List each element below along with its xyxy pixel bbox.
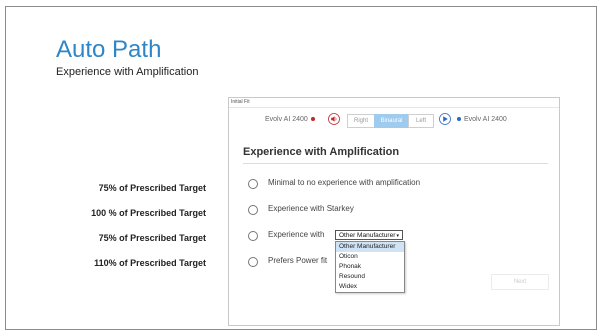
manufacturer-select-value: Other Manufacturer (339, 232, 396, 239)
segment-binaural[interactable]: Binaural (374, 114, 409, 128)
section-heading: Experience with Amplification (243, 146, 400, 158)
manufacturer-dropdown: Other Manufacturer Oticon Phonak Resound… (335, 241, 405, 293)
radio-button[interactable] (248, 205, 258, 215)
next-button[interactable]: Next (491, 274, 549, 290)
radio-button[interactable] (248, 257, 258, 267)
right-device-name: Evolv AI 2400 (464, 116, 507, 123)
target-label-2: 100 % of Prescribed Target (91, 208, 206, 218)
speaker-left-icon[interactable] (328, 113, 340, 125)
dropdown-option-other-manufacturer[interactable]: Other Manufacturer (336, 242, 404, 252)
left-device: Evolv AI 2400 (265, 116, 315, 123)
option-label: Experience with Starkey (268, 204, 354, 213)
slide-title: Auto Path (56, 36, 162, 63)
option-label: Minimal to no experience with amplificat… (268, 178, 421, 187)
dropdown-option-phonak[interactable]: Phonak (336, 262, 404, 272)
radio-button[interactable] (248, 231, 258, 241)
manufacturer-select[interactable]: Other Manufacturer ▾ (335, 230, 403, 240)
right-device: Evolv AI 2400 (457, 116, 507, 123)
dropdown-option-widex[interactable]: Widex (336, 282, 404, 292)
window-title: Initial Fit (229, 98, 559, 108)
radio-button[interactable] (248, 179, 258, 189)
chevron-down-icon: ▾ (396, 233, 399, 239)
dropdown-option-resound[interactable]: Resound (336, 272, 404, 282)
right-device-dot-icon (457, 117, 461, 122)
left-device-dot-icon (310, 117, 315, 122)
segment-right[interactable]: Right (347, 114, 375, 128)
option-label: Prefers Power fit (268, 256, 328, 265)
play-right-icon[interactable] (439, 113, 451, 125)
ear-selector-bar: Evolv AI 2400 Right Binaural Left Evolv … (229, 112, 559, 128)
segment-left[interactable]: Left (408, 114, 434, 128)
target-label-1: 75% of Prescribed Target (98, 183, 206, 193)
left-device-name: Evolv AI 2400 (265, 116, 308, 123)
dropdown-option-oticon[interactable]: Oticon (336, 252, 404, 262)
heading-divider (243, 163, 548, 164)
app-screenshot: Initial Fit Evolv AI 2400 Right Binaural… (228, 97, 560, 326)
slide-subtitle: Experience with Amplification (56, 66, 199, 78)
target-label-4: 110% of Prescribed Target (94, 258, 206, 268)
target-label-3: 75% of Prescribed Target (98, 233, 206, 243)
option-label: Experience with (268, 230, 325, 239)
